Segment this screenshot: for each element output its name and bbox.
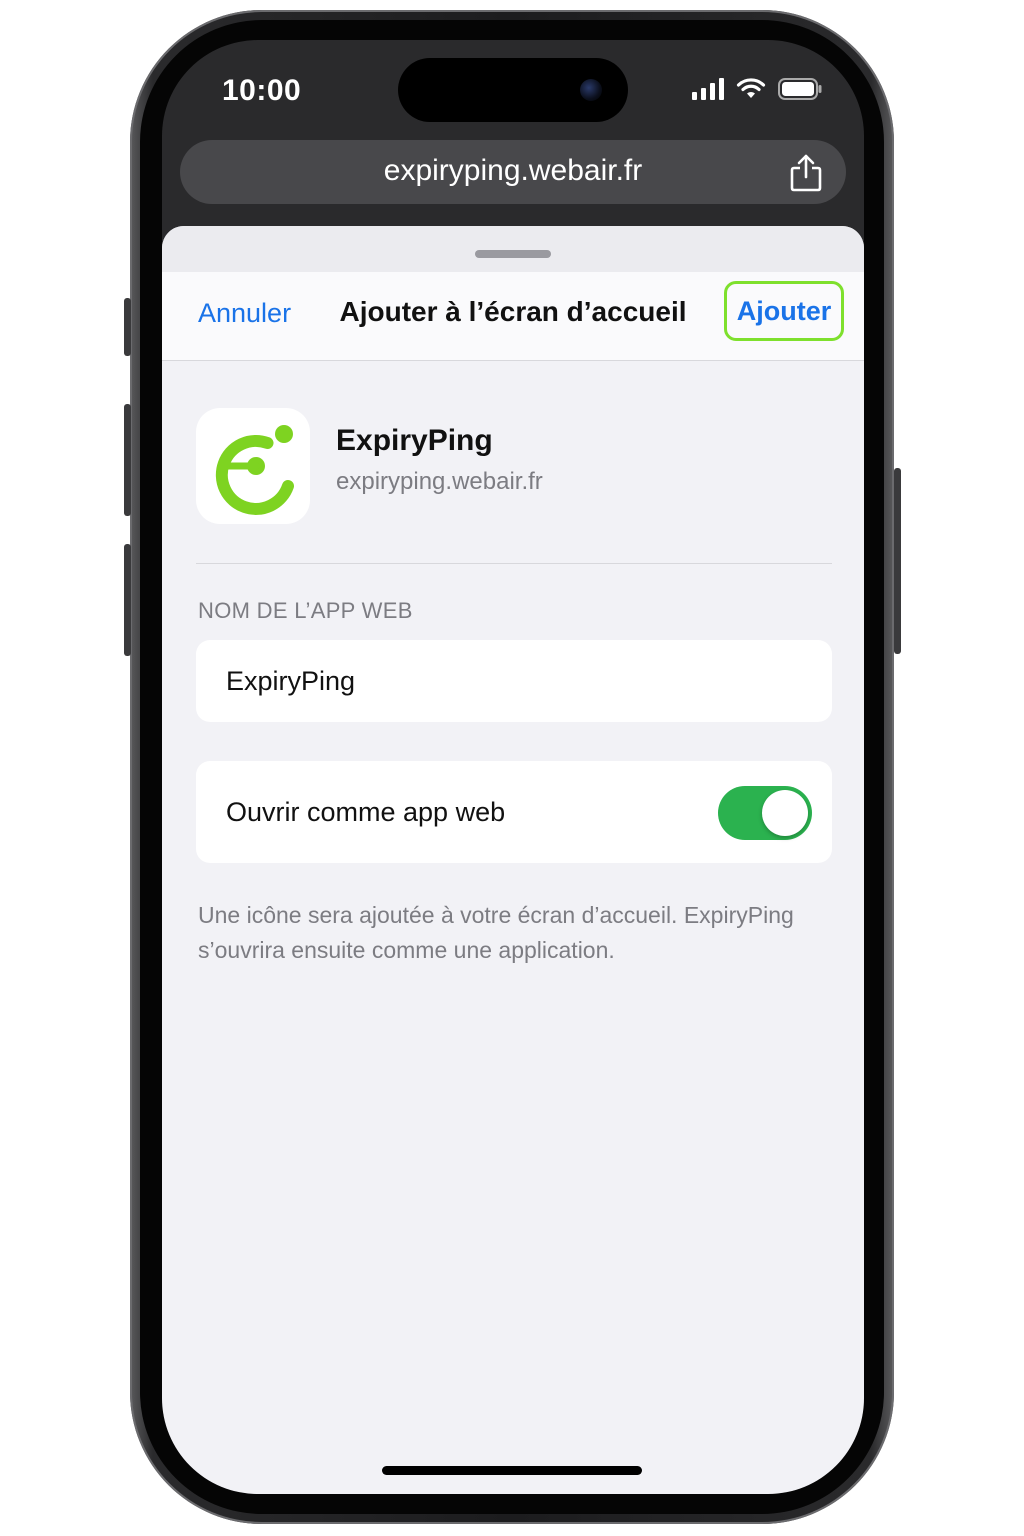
sheet-grabber[interactable] <box>475 250 551 258</box>
home-indicator[interactable] <box>382 1466 642 1475</box>
share-icon[interactable] <box>788 153 824 193</box>
open-as-web-app-row: Ouvrir comme app web <box>196 761 832 863</box>
power-button <box>894 468 901 654</box>
app-name: ExpiryPing <box>336 424 493 457</box>
action-button <box>124 298 131 356</box>
phone-screen: 10:00 expiryping.webair.fr Annuler Ajout… <box>162 40 864 1494</box>
address-bar-url: expiryping.webair.fr <box>383 154 643 187</box>
divider <box>196 563 832 564</box>
front-camera-icon <box>580 79 602 101</box>
dynamic-island <box>398 58 628 122</box>
status-time: 10:00 <box>222 74 302 107</box>
open-as-web-app-toggle[interactable] <box>718 786 812 840</box>
status-bar: 10:00 <box>162 40 864 140</box>
sheet-header-area <box>162 226 864 272</box>
status-icons <box>692 78 822 100</box>
wifi-icon <box>736 78 766 98</box>
app-name-field-value[interactable]: ExpiryPing <box>226 666 355 697</box>
footnote-text: Une icône sera ajoutée à votre écran d’a… <box>198 902 794 963</box>
battery-icon <box>778 78 822 100</box>
cellular-signal-icon <box>692 78 724 100</box>
volume-up-button <box>124 404 131 516</box>
app-name-field[interactable]: ExpiryPing <box>196 640 832 722</box>
expiryping-logo-icon <box>215 425 294 515</box>
browser-address-bar[interactable]: expiryping.webair.fr <box>180 140 846 204</box>
open-as-web-app-label: Ouvrir comme app web <box>226 797 506 827</box>
sheet-nav-bar: Annuler Ajouter à l’écran d’accueil Ajou… <box>162 272 864 361</box>
toggle-knob <box>762 790 808 836</box>
app-icon <box>196 408 310 524</box>
section-label-app-name: NOM DE L’APP WEB <box>198 598 413 623</box>
volume-down-button <box>124 544 131 656</box>
app-url: expiryping.webair.fr <box>336 468 543 495</box>
add-button[interactable]: Ajouter <box>724 281 844 341</box>
add-to-home-screen-sheet: Annuler Ajouter à l’écran d’accueil Ajou… <box>162 226 864 1494</box>
